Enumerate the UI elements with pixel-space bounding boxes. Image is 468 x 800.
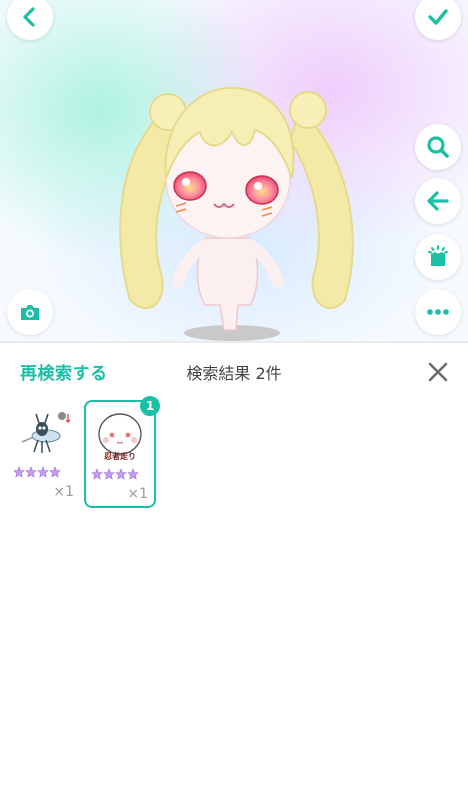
arrow-left-icon: [427, 191, 449, 211]
close-icon[interactable]: [424, 358, 452, 386]
item-count: ×1: [53, 484, 74, 500]
undo-button[interactable]: [415, 178, 461, 224]
checkmark-icon: [428, 9, 448, 25]
search-icon: [427, 136, 449, 158]
results-header: 再検索する 検索結果 2件: [0, 343, 468, 399]
search-button[interactable]: [415, 124, 461, 170]
camera-button[interactable]: [7, 289, 53, 335]
chevron-left-icon: [23, 7, 35, 27]
camera-icon: [21, 305, 39, 320]
more-dots-icon: [427, 309, 449, 315]
result-item[interactable]: ×1: [8, 400, 80, 508]
more-button[interactable]: [415, 289, 461, 335]
shirt-sparkle-icon: [428, 245, 448, 266]
result-item-selected[interactable]: 忍者走り ×1 1: [84, 396, 160, 508]
avatar-character: [119, 86, 354, 341]
item-label: 忍者走り: [104, 452, 136, 461]
rarity-stars: [13, 466, 61, 478]
outfit-button[interactable]: [415, 234, 461, 280]
mosquito-item-icon: [21, 412, 71, 453]
selection-badge: 1: [140, 396, 160, 416]
rarity-stars: [91, 468, 139, 480]
results-title: 検索結果 2件: [186, 364, 282, 383]
avatar-stage: [0, 0, 468, 342]
item-count: ×1: [127, 486, 148, 502]
